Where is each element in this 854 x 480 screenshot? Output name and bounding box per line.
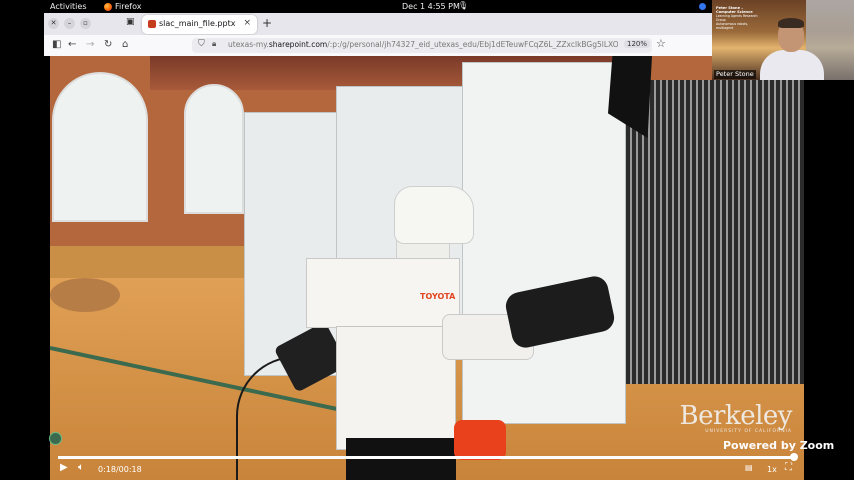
lock-icon[interactable]: 🔒︎ <box>212 39 216 49</box>
speaker-name-label: Peter Stone <box>714 70 756 79</box>
mute-icon[interactable]: 🔈︎ <box>78 462 84 474</box>
video-progress-bar[interactable] <box>58 453 798 461</box>
url-bar[interactable]: ⛉ 🔒︎ utexas-my.sharepoint.com/:p:/g/pers… <box>192 38 652 53</box>
system-tray-icon[interactable] <box>699 3 706 10</box>
progress-knob[interactable] <box>790 453 798 461</box>
speaker-virtual-slide: Peter Stone – Computer Science Learning … <box>716 6 758 32</box>
play-icon[interactable]: ▶ <box>60 462 68 474</box>
speaker-video-thumbnail[interactable]: Peter Stone – Computer Science Learning … <box>712 0 854 80</box>
video-window-left <box>52 72 148 222</box>
microphone-icon[interactable]: 🎙 <box>458 1 468 10</box>
video-robot-head <box>394 186 474 244</box>
sidebar-icon[interactable]: ◧ <box>52 39 61 51</box>
url-text[interactable]: utexas-my.sharepoint.com/:p:/g/personal/… <box>228 40 618 49</box>
video-red-object <box>454 420 506 460</box>
tracking-shield-icon[interactable]: ⛉ <box>198 39 205 49</box>
zoom-indicator[interactable]: 120% <box>624 40 651 48</box>
captions-icon[interactable]: ▤ <box>745 462 753 474</box>
tab-close-icon[interactable]: × <box>243 18 251 28</box>
window-restore-icon[interactable]: ▫ <box>80 18 91 29</box>
screen: Activities Firefox Dec 1 4:55 PM 🎙 ✕ – ▫… <box>0 0 854 480</box>
video-whiteboard <box>462 62 626 424</box>
tab-title: slac_main_file.pptx <box>159 19 236 28</box>
speaker-slide-line: Autonomous robots, multiagent <box>716 22 749 30</box>
url-domain: sharepoint.com <box>268 40 328 49</box>
speaker-slide-line: Learning Agents Research Group <box>716 14 758 22</box>
app-menu-label: Firefox <box>115 2 142 11</box>
reload-icon[interactable]: ↻ <box>104 39 112 51</box>
video-robot-logo: TOYOTA <box>420 292 456 301</box>
firefox-icon <box>104 2 112 11</box>
speaker-body <box>760 50 824 80</box>
playback-speed-button[interactable]: 1x <box>767 464 777 476</box>
watermark-title: Berkeley <box>679 401 793 431</box>
forward-icon[interactable]: → <box>86 39 94 51</box>
window-close-icon[interactable]: ✕ <box>48 18 59 29</box>
activities-button[interactable]: Activities <box>50 2 87 11</box>
time-display: 0:18/00:18 <box>98 465 142 474</box>
powered-by-zoom-label: Powered by Zoom <box>723 439 835 452</box>
video-table <box>50 278 120 312</box>
home-icon[interactable]: ⌂ <box>122 39 128 51</box>
video-robot-base <box>346 438 456 480</box>
tab-slac-main-file[interactable]: slac_main_file.pptx × <box>142 15 257 34</box>
progress-fill <box>58 456 794 459</box>
berkeley-watermark: Berkeley UNIVERSITY OF CALIFORNIA <box>679 401 793 434</box>
video-player[interactable]: TOYOTA Berkeley UNIVERSITY OF CALIFORNIA <box>50 56 804 480</box>
back-icon[interactable]: ← <box>68 39 76 51</box>
speaker-hair <box>778 18 804 28</box>
gnome-top-bar: Activities Firefox Dec 1 4:55 PM 🎙 <box>44 0 712 13</box>
speaker-slide-title: Peter Stone – Computer Science <box>716 6 753 14</box>
powerpoint-favicon-icon <box>148 20 156 28</box>
new-tab-button[interactable]: + <box>262 16 272 30</box>
tab-list-icon[interactable]: ▣ <box>126 17 135 27</box>
watermark-subtitle: UNIVERSITY OF CALIFORNIA <box>705 429 792 434</box>
url-path: /:p:/g/personal/jh74327_eid_utexas_edu/E… <box>327 40 618 49</box>
video-robot-torso <box>336 326 456 450</box>
clock[interactable]: Dec 1 4:55 PM <box>402 2 460 11</box>
url-prefix: utexas-my. <box>228 40 269 49</box>
bookmark-star-icon[interactable]: ☆ <box>656 37 666 50</box>
window-minimize-icon[interactable]: – <box>64 18 75 29</box>
video-window-center <box>184 84 244 214</box>
navigation-toolbar: ◧ ← → ↻ ⌂ ⛉ 🔒︎ utexas-my.sharepoint.com/… <box>44 35 712 56</box>
video-curtain <box>626 80 804 384</box>
tab-strip: ✕ – ▫ ▣ slac_main_file.pptx × + <box>44 13 712 35</box>
app-menu[interactable]: Firefox <box>104 2 141 11</box>
captions-indicator-icon[interactable] <box>49 432 62 445</box>
browser-window: ✕ – ▫ ▣ slac_main_file.pptx × + ◧ ← → ↻ … <box>44 13 712 56</box>
fullscreen-icon[interactable]: ⛶ <box>785 462 792 474</box>
